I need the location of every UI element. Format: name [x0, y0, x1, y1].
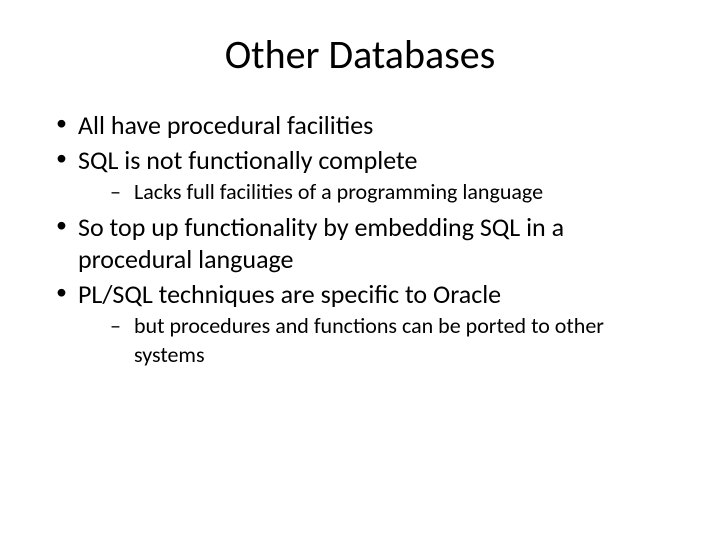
- slide-title: Other Databases: [50, 30, 670, 79]
- bullet-text: SQL is not functionally complete: [78, 144, 417, 176]
- bullet-item: So top up functionality by embedding SQL…: [50, 211, 670, 276]
- sub-bullet-text: Lacks full facilities of a programming l…: [134, 178, 543, 205]
- bullet-text: All have procedural facilities: [78, 109, 373, 141]
- bullet-item: All have procedural facilities: [50, 109, 670, 142]
- bullet-item: SQL is not functionally complete Lacks f…: [50, 144, 670, 207]
- slide-container: Other Databases All have procedural faci…: [0, 0, 720, 540]
- bullet-text: So top up functionality by embedding SQL…: [78, 211, 564, 276]
- bullet-list: All have procedural facilities SQL is no…: [50, 109, 670, 369]
- bullet-item: PL/SQL techniques are specific to Oracle…: [50, 278, 670, 370]
- sub-bullet-list: but procedures and functions can be port…: [78, 312, 670, 369]
- sub-bullet-text: but procedures and functions can be port…: [134, 312, 604, 368]
- sub-bullet-item: but procedures and functions can be port…: [78, 312, 670, 369]
- bullet-text: PL/SQL techniques are specific to Oracle: [78, 278, 501, 310]
- sub-bullet-item: Lacks full facilities of a programming l…: [78, 178, 670, 207]
- sub-bullet-list: Lacks full facilities of a programming l…: [78, 178, 670, 207]
